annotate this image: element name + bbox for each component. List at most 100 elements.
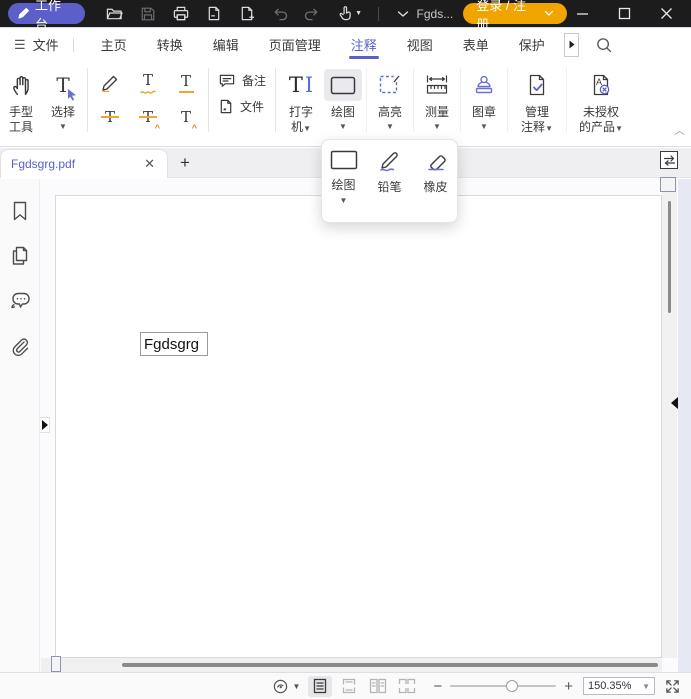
menu-tab-form[interactable]: 表单 xyxy=(448,29,504,60)
facing-view-button[interactable] xyxy=(366,676,390,697)
minimize-button[interactable] xyxy=(567,3,597,25)
more-menus-button[interactable] xyxy=(564,33,579,57)
scrollbar-left-button[interactable] xyxy=(51,656,61,672)
replace-text-tool-button[interactable]: T^ xyxy=(135,104,161,130)
measure-button[interactable]: 测量 ▼ xyxy=(417,64,457,140)
dropdown-pencil-button[interactable]: 铅笔 xyxy=(372,150,408,222)
zoom-level-select[interactable]: 150.35% ▼ xyxy=(583,677,655,695)
view-mode-icon[interactable] xyxy=(272,678,289,695)
chevron-down-icon: ▼ xyxy=(433,122,441,131)
note-label: 备注 xyxy=(242,72,266,89)
attach-file-button[interactable]: 文件 xyxy=(218,98,266,115)
open-folder-icon[interactable] xyxy=(103,3,127,25)
search-icon[interactable] xyxy=(595,36,613,54)
print-icon[interactable] xyxy=(169,3,193,25)
stamp-label: 图章 xyxy=(472,105,496,120)
menu-tab-edit[interactable]: 编辑 xyxy=(198,29,254,60)
file-attach-icon xyxy=(218,98,234,115)
workspace-button[interactable]: 工作台 xyxy=(8,3,85,24)
ribbon-separator xyxy=(413,68,414,132)
bookmarks-panel-icon[interactable] xyxy=(8,199,32,223)
draw-shapes-button[interactable]: 绘图 ▼ xyxy=(323,64,363,140)
vertical-scrollbar[interactable] xyxy=(662,179,677,658)
document-tab-title: Fgdsgrg.pdf xyxy=(11,157,142,171)
switch-view-icon[interactable] xyxy=(660,151,678,169)
select-tool-button[interactable]: T 选择 ▼ xyxy=(42,64,84,140)
login-register-button[interactable]: 登录 / 注册 xyxy=(463,3,567,24)
expand-right-panel-handle[interactable] xyxy=(671,395,679,410)
draw-label: 绘图 xyxy=(331,105,355,120)
collapse-ribbon-icon[interactable]: ︿ xyxy=(674,122,685,138)
login-label: 登录 / 注册 xyxy=(476,0,537,33)
zoom-slider-thumb[interactable] xyxy=(506,680,518,692)
attachments-panel-icon[interactable] xyxy=(8,334,32,358)
menu-tab-comment[interactable]: 注释 xyxy=(336,29,392,60)
new-doc-icon[interactable] xyxy=(235,3,259,25)
menu-tab-page-manage[interactable]: 页面管理 xyxy=(254,29,336,60)
zoom-slider-track xyxy=(450,685,556,687)
maximize-button[interactable] xyxy=(609,3,639,25)
horizontal-scrollbar[interactable] xyxy=(41,658,662,672)
strikethrough-tool-button[interactable]: T xyxy=(97,104,123,130)
chevron-down-icon[interactable] xyxy=(391,3,415,25)
menu-tab-convert[interactable]: 转换 xyxy=(142,29,198,60)
scrollbar-top-button[interactable] xyxy=(660,177,676,192)
file-menu[interactable]: ☰ 文件 xyxy=(14,35,59,54)
dropdown-eraser-button[interactable]: 橡皮 xyxy=(418,150,454,222)
highlighter-tool-button[interactable] xyxy=(97,70,123,96)
menu-tab-protect[interactable]: 保护 xyxy=(504,29,560,60)
unauthorized-product-button[interactable]: A 未授权的产品▼ xyxy=(570,64,632,140)
unauthorized-doc-icon: A xyxy=(584,69,618,101)
note-comment-button[interactable]: 备注 xyxy=(218,72,266,89)
expand-left-panel-handle[interactable] xyxy=(40,417,50,433)
titlebar-separator xyxy=(378,7,379,21)
undo-icon[interactable] xyxy=(268,3,292,25)
attach-file-label: 文件 xyxy=(240,98,264,115)
dropdown-draw-button[interactable]: 绘图 ▼ xyxy=(326,150,362,222)
squiggly-underline-tool-button[interactable]: T xyxy=(135,70,161,96)
close-button[interactable] xyxy=(651,3,681,25)
horizontal-scrollbar-thumb[interactable] xyxy=(122,663,658,667)
typewriter-button[interactable]: TI 打字机▼ xyxy=(279,64,323,140)
ribbon-separator xyxy=(566,68,567,132)
zoom-slider[interactable] xyxy=(450,679,556,693)
chevron-down-icon: ▼ xyxy=(386,122,394,131)
hand-tool-button[interactable]: 手型工具 xyxy=(0,64,42,140)
pdf-page: Fgdsgrg xyxy=(55,195,662,658)
new-tab-button[interactable]: + xyxy=(180,153,190,173)
comments-panel-icon[interactable] xyxy=(8,289,32,313)
area-highlight-button[interactable]: 高亮 ▼ xyxy=(370,64,410,140)
chevron-down-icon xyxy=(544,10,554,17)
speech-bubble-icon xyxy=(218,73,236,89)
stamp-button[interactable]: 图章 ▼ xyxy=(464,64,504,140)
zoom-in-button[interactable]: + xyxy=(560,678,577,695)
menu-tab-home[interactable]: 主页 xyxy=(86,29,142,60)
chevron-down-icon: ▼ xyxy=(339,122,347,131)
title-bar: 工作台 ▼ Fgds... 登录 / 注册 xyxy=(0,0,691,28)
continuous-view-button[interactable] xyxy=(337,676,361,697)
ribbon-separator xyxy=(460,68,461,132)
export-doc-icon[interactable] xyxy=(202,3,226,25)
single-page-view-button[interactable] xyxy=(308,676,332,697)
pages-panel-icon[interactable] xyxy=(8,244,32,268)
chevron-down-icon[interactable]: ▼ xyxy=(293,682,301,691)
vertical-scrollbar-thumb[interactable] xyxy=(668,201,671,313)
menu-tab-view[interactable]: 视图 xyxy=(392,29,448,60)
underline-tool-button[interactable]: T xyxy=(173,70,199,96)
insert-text-tool-button[interactable]: T^ xyxy=(173,104,199,130)
manage-comments-button[interactable]: 管理注释▼ xyxy=(511,64,563,140)
hand-pointer-icon[interactable]: ▼ xyxy=(334,3,366,25)
file-menu-label: 文件 xyxy=(33,35,59,54)
typewriter-text-annotation[interactable]: Fgdsgrg xyxy=(140,332,208,356)
save-icon[interactable] xyxy=(136,3,160,25)
facing-continuous-view-button[interactable] xyxy=(395,676,419,697)
zoom-out-button[interactable]: − xyxy=(429,678,446,695)
redo-icon[interactable] xyxy=(301,3,325,25)
document-tab[interactable]: Fgdsgrg.pdf ✕ xyxy=(0,149,168,178)
fullscreen-icon[interactable] xyxy=(665,679,680,694)
chevron-down-icon: ▼ xyxy=(59,122,67,131)
hand-tool-label: 手型工具 xyxy=(8,105,34,135)
dropdown-eraser-label: 橡皮 xyxy=(423,178,447,195)
close-tab-icon[interactable]: ✕ xyxy=(142,156,157,172)
chevron-down-icon: ▼ xyxy=(303,124,311,133)
